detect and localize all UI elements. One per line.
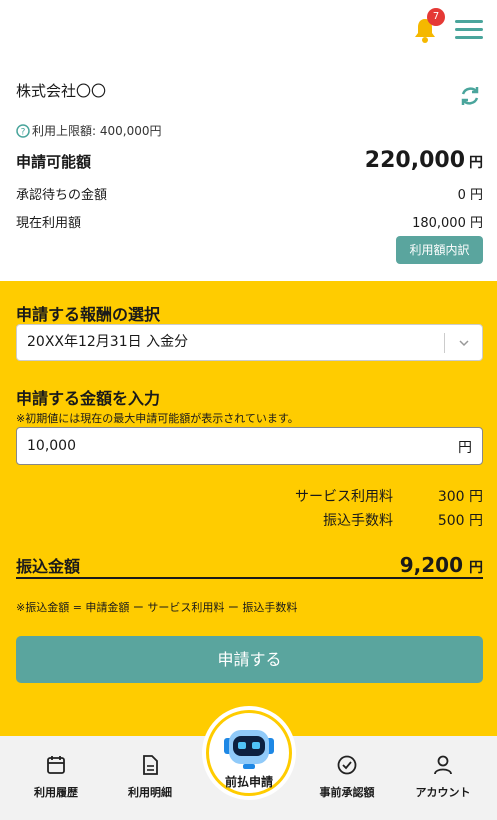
transfer-label: 振込金額 [16, 557, 81, 576]
available-amount: 220,000 [364, 148, 465, 173]
amount-note: ※初期値には現在の最大申請可能額が表示されています。 [16, 412, 299, 425]
service-fee-value: 300 円 [437, 489, 483, 505]
nav-account-label: アカウント [415, 786, 471, 799]
pending-label: 承認待ちの金額 [16, 188, 108, 203]
transfer-fee-value: 500 円 [437, 513, 483, 529]
check-circle-icon [337, 755, 357, 775]
transfer-yen: 円 [469, 560, 483, 576]
chevron-down-icon [459, 340, 469, 347]
nav-account[interactable]: アカウント [403, 750, 483, 800]
service-fee-label: サービス利用料 [295, 489, 393, 505]
available-row: 申請可能額 220,000 円 [16, 148, 483, 173]
menu-icon[interactable] [455, 20, 483, 40]
nav-history[interactable]: 利用履歴 [16, 750, 96, 800]
reward-heading: 申請する報酬の選択 [16, 305, 161, 324]
transfer-amount: 9,200 [399, 553, 463, 577]
reward-select[interactable]: 20XX年12月31日 入金分 [16, 324, 483, 361]
transfer-row: 振込金額 9,200 円 [16, 553, 483, 579]
document-icon [143, 755, 158, 775]
usage-detail-button[interactable]: 利用額内訳 [396, 236, 483, 264]
user-icon [434, 755, 452, 775]
current-label: 現在利用額 [16, 216, 82, 231]
amount-value: 10,000 [27, 438, 76, 454]
robot-icon [224, 730, 274, 769]
svg-text:?: ? [21, 127, 26, 137]
limit-label: 利用上限額: 400,000円 [32, 124, 162, 138]
company-name: 株式会社〇〇 [16, 82, 107, 100]
available-label: 申請可能額 [16, 153, 92, 171]
refresh-icon[interactable] [458, 84, 482, 108]
calendar-icon [47, 756, 65, 774]
notification-badge: 7 [427, 8, 445, 26]
current-row: 現在利用額 180,000 円 [16, 212, 483, 231]
available-yen: 円 [469, 155, 483, 171]
amount-heading: 申請する金額を入力 [16, 389, 161, 408]
nav-statement-label: 利用明細 [128, 786, 172, 799]
top-bar: 7 [0, 0, 497, 60]
transfer-fee-label: 振込手数料 [323, 513, 393, 529]
service-fee-row: サービス利用料 300 円 [0, 486, 483, 506]
amount-unit: 円 [458, 440, 472, 456]
formula-note: ※振込金額 = 申請金額 ー サービス利用料 ー 振込手数料 [16, 601, 298, 614]
nav-preapproved[interactable]: 事前承認額 [307, 750, 387, 800]
nav-history-label: 利用履歴 [34, 786, 78, 799]
transfer-fee-row: 振込手数料 500 円 [0, 510, 483, 530]
current-amount: 180,000 円 [412, 216, 483, 231]
question-icon[interactable]: ? [16, 123, 30, 138]
pending-amount: 0 円 [457, 188, 483, 203]
reward-selected: 20XX年12月31日 入金分 [27, 334, 189, 350]
submit-button[interactable]: 申請する [16, 636, 483, 683]
nav-preapproved-label: 事前承認額 [319, 786, 375, 799]
pending-row: 承認待ちの金額 0 円 [16, 184, 483, 203]
prepay-label: 前払申請 [224, 775, 273, 789]
select-divider [444, 333, 445, 353]
nav-statement[interactable]: 利用明細 [110, 750, 190, 800]
amount-input[interactable]: 10,000 円 [16, 427, 483, 465]
limit-row: ? 利用上限額: 400,000円 [16, 122, 161, 139]
